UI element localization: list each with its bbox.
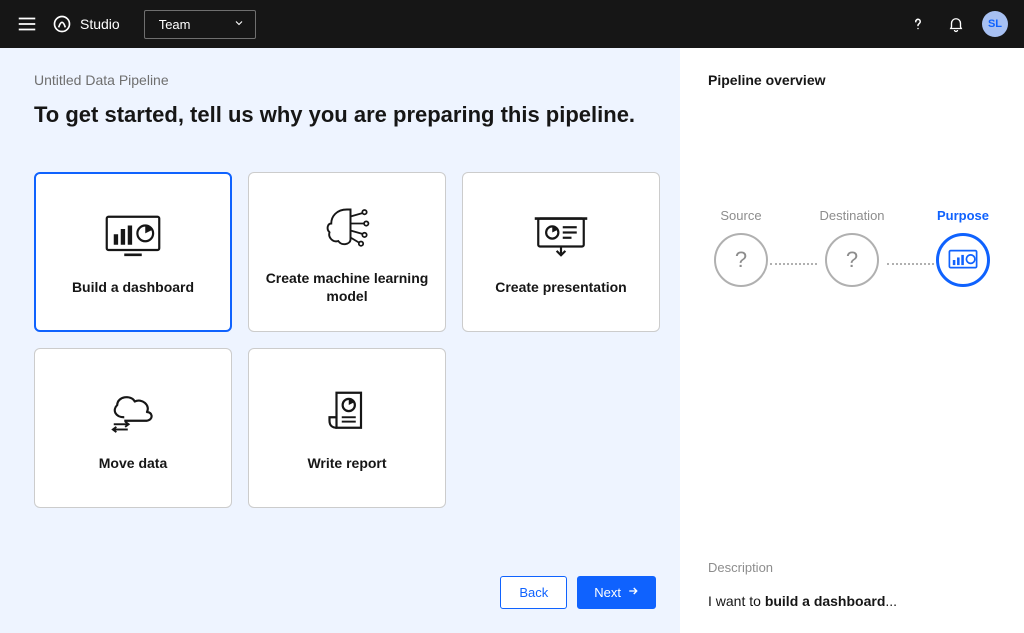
user-avatar[interactable]: SL [982,11,1008,37]
chevron-down-icon [233,17,245,32]
notifications-button[interactable] [940,8,972,40]
step-label: Source [720,208,761,223]
step-circle-destination: ? [825,233,879,287]
description-prefix: I want to [708,593,765,609]
card-label: Create machine learning model [261,269,433,305]
card-build-dashboard[interactable]: Build a dashboard [34,172,232,332]
next-button[interactable]: Next [577,576,656,609]
overview-panel: Pipeline overview Source ? Destination ?… [680,48,1024,633]
step-source: Source ? [714,208,768,287]
description-bold: build a dashboard [765,593,886,609]
card-label: Create presentation [495,278,626,296]
dashboard-icon [98,208,168,264]
next-button-label: Next [594,585,621,600]
studio-logo-icon [52,14,72,34]
report-icon [312,384,382,440]
step-connector [887,263,934,265]
hamburger-menu-icon[interactable] [16,13,38,35]
back-button[interactable]: Back [500,576,567,609]
description-text: I want to build a dashboard... [708,593,996,609]
step-label: Destination [819,208,884,223]
card-label: Build a dashboard [72,278,194,296]
pipeline-name: Untitled Data Pipeline [34,72,680,88]
purpose-card-grid: Build a dashboard Create machine learnin… [34,172,674,508]
card-label: Write report [307,454,386,472]
pipeline-steps: Source ? Destination ? Purpose [708,208,996,287]
step-circle-source: ? [714,233,768,287]
card-write-report[interactable]: Write report [248,348,446,508]
step-purpose: Purpose [936,208,990,287]
overview-title: Pipeline overview [708,72,996,88]
arrow-right-icon [627,585,639,600]
presentation-icon [526,208,596,264]
wizard-prompt: To get started, tell us why you are prep… [34,102,680,128]
top-bar: Studio Team SL [0,0,1024,48]
cloud-transfer-icon [98,384,168,440]
step-circle-purpose [936,233,990,287]
description-label: Description [708,560,996,575]
card-presentation[interactable]: Create presentation [462,172,660,332]
wizard-panel: Untitled Data Pipeline To get started, t… [0,48,680,633]
card-ml-model[interactable]: Create machine learning model [248,172,446,332]
card-label: Move data [99,454,167,472]
step-destination: Destination ? [819,208,884,287]
step-connector [770,263,817,265]
help-button[interactable] [902,8,934,40]
step-label: Purpose [937,208,989,223]
brain-icon [312,199,382,255]
brand-label: Studio [80,16,120,32]
team-dropdown-label: Team [159,17,191,32]
description-suffix: ... [885,593,897,609]
card-move-data[interactable]: Move data [34,348,232,508]
team-dropdown[interactable]: Team [144,10,256,39]
